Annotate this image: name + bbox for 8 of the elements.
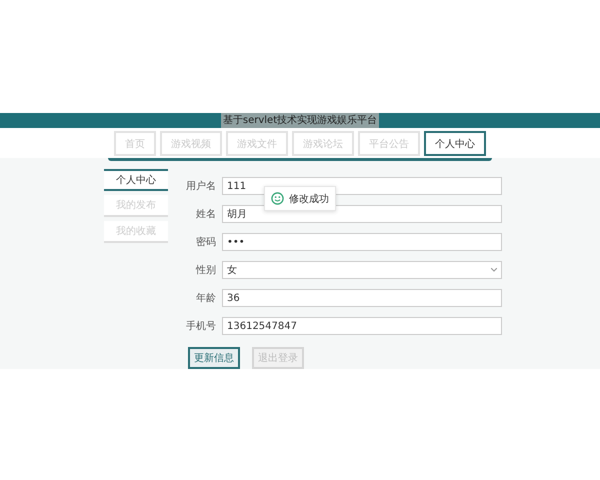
field-label: 年龄	[195, 292, 216, 305]
field-label: 性别	[194, 264, 216, 277]
field-label: 姓名	[195, 208, 216, 221]
site-title: 基于servlet技术实现游戏娱乐平台	[220, 113, 380, 128]
field-label: 用户名	[185, 180, 216, 193]
field-label: 密码	[195, 236, 216, 249]
field-label: 手机号	[185, 320, 216, 333]
toast-text: 修改成功	[289, 192, 329, 206]
